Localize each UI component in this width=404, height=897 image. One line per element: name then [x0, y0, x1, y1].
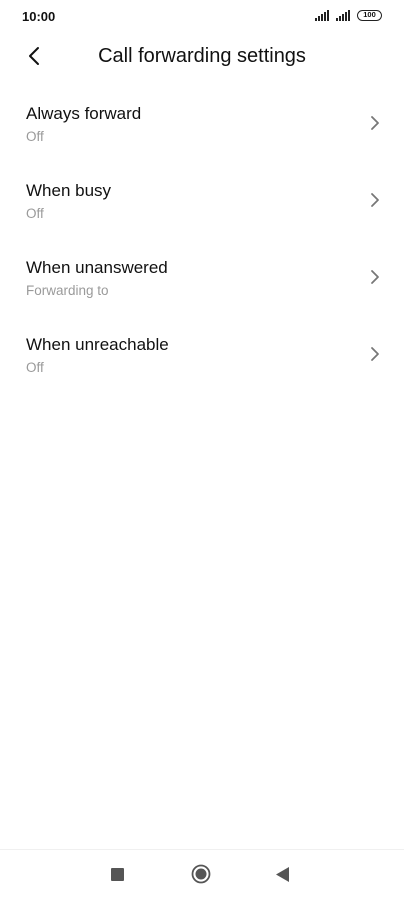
recents-button[interactable]	[106, 863, 128, 885]
item-subtitle: Forwarding to	[26, 283, 109, 298]
back-nav-button[interactable]	[272, 863, 294, 885]
chevron-right-icon	[371, 347, 379, 361]
settings-item-when-unanswered[interactable]: When unanswered Forwarding to	[0, 238, 404, 315]
call-forwarding-screen: 10:00 100 Call forwarding settings Alway…	[0, 0, 404, 897]
signal-icon	[336, 10, 350, 21]
item-subtitle: Off	[26, 129, 44, 144]
battery-level: 100	[363, 10, 376, 19]
battery-icon: 100	[357, 10, 382, 21]
chevron-right-icon	[371, 193, 379, 207]
home-button[interactable]	[190, 863, 212, 885]
home-circle-icon	[191, 864, 211, 884]
settings-item-when-unreachable[interactable]: When unreachable Off	[0, 315, 404, 392]
signal-icon	[315, 10, 329, 21]
chevron-right-icon	[371, 270, 379, 284]
header: Call forwarding settings	[0, 36, 404, 76]
item-title: When unreachable	[26, 335, 169, 354]
item-title: When busy	[26, 181, 112, 200]
status-bar: 10:00 100	[0, 0, 404, 32]
navigation-bar	[0, 849, 404, 897]
recents-square-icon	[110, 867, 124, 881]
item-subtitle: Off	[26, 360, 44, 375]
settings-list: Always forward Off When busy Off When un…	[0, 84, 404, 392]
item-subtitle: Off	[26, 206, 44, 221]
settings-item-when-busy[interactable]: When busy Off	[0, 161, 404, 238]
status-time: 10:00	[22, 9, 56, 24]
item-title: When unanswered	[26, 258, 168, 277]
chevron-right-icon	[371, 116, 379, 130]
settings-item-always-forward[interactable]: Always forward Off	[0, 84, 404, 161]
back-triangle-icon	[276, 866, 289, 882]
page-title: Call forwarding settings	[98, 45, 306, 67]
item-title: Always forward	[26, 104, 142, 123]
